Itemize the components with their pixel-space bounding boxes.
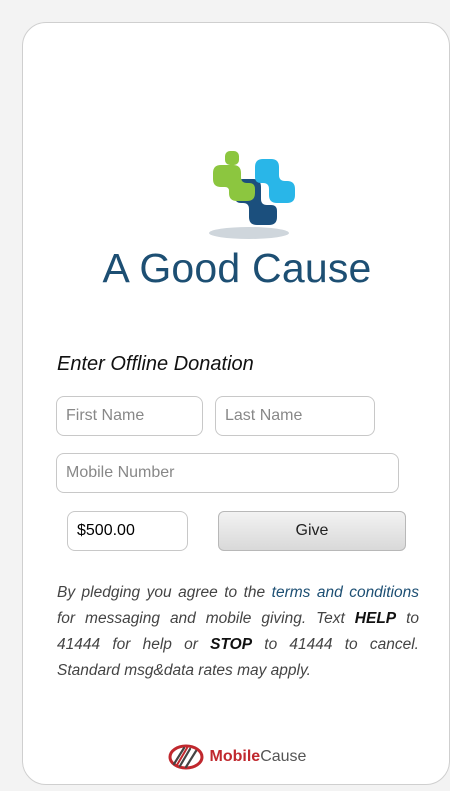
puzzle-cross-logo-icon: [209, 151, 295, 239]
mobilecause-wordmark: MobileCause: [210, 748, 307, 766]
brand-name-part2: Cause: [260, 748, 307, 765]
first-name-input[interactable]: [56, 396, 203, 436]
last-name-input[interactable]: [215, 396, 375, 436]
stop-keyword: STOP: [210, 636, 253, 653]
terms-and-conditions-link[interactable]: terms and conditions: [272, 584, 419, 601]
mobile-number-input[interactable]: [56, 453, 399, 493]
mobilecause-brand: MobileCause: [23, 743, 450, 771]
organization-name: A Good Cause: [102, 245, 372, 291]
mobilecause-swirl-icon: [168, 744, 204, 770]
help-keyword: HELP: [354, 610, 397, 627]
form-heading: Enter Offline Donation: [57, 353, 254, 375]
disclaimer-part1: By pledging you agree to the: [57, 584, 272, 601]
donation-amount-input[interactable]: [67, 511, 188, 551]
disclaimer-text: By pledging you agree to the terms and c…: [57, 580, 419, 684]
disclaimer-part2: for messaging and mobile giving. Text: [57, 610, 355, 627]
donation-card: A Good Cause Enter Offline Donation Give…: [22, 22, 450, 785]
give-button[interactable]: Give: [218, 511, 406, 551]
brand-name-part1: Mobile: [209, 748, 261, 765]
